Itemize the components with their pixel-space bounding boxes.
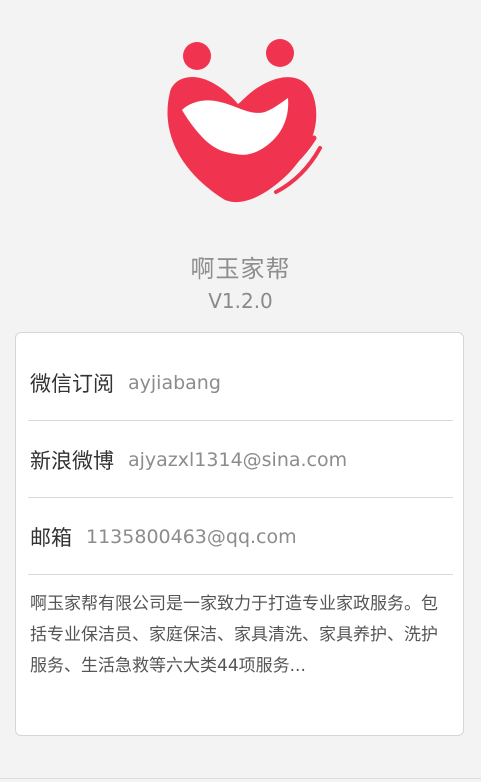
bottom-divider — [0, 778, 481, 779]
weibo-value: ajyazxl1314@sina.com — [128, 448, 348, 471]
app-logo — [150, 32, 330, 207]
email-label: 邮箱 — [30, 525, 72, 550]
wechat-value: ayjiabang — [128, 371, 221, 394]
wechat-row[interactable]: 微信订阅 ayjiabang — [28, 345, 453, 421]
weibo-label: 新浪微博 — [30, 448, 114, 473]
weibo-row[interactable]: 新浪微博 ajyazxl1314@sina.com — [28, 422, 453, 498]
email-row[interactable]: 邮箱 1135800463@qq.com — [28, 499, 453, 575]
email-value: 1135800463@qq.com — [86, 525, 297, 548]
app-version: V1.2.0 — [208, 289, 273, 313]
wechat-label: 微信订阅 — [30, 371, 114, 396]
company-description: 啊玉家帮有限公司是一家致力于打造专业家政服务。包括专业保洁员、家庭保洁、家具清洗… — [30, 594, 438, 676]
info-card: 微信订阅 ayjiabang 新浪微博 ajyazxl1314@sina.com… — [15, 332, 464, 736]
app-name: 啊玉家帮 — [190, 255, 291, 283]
